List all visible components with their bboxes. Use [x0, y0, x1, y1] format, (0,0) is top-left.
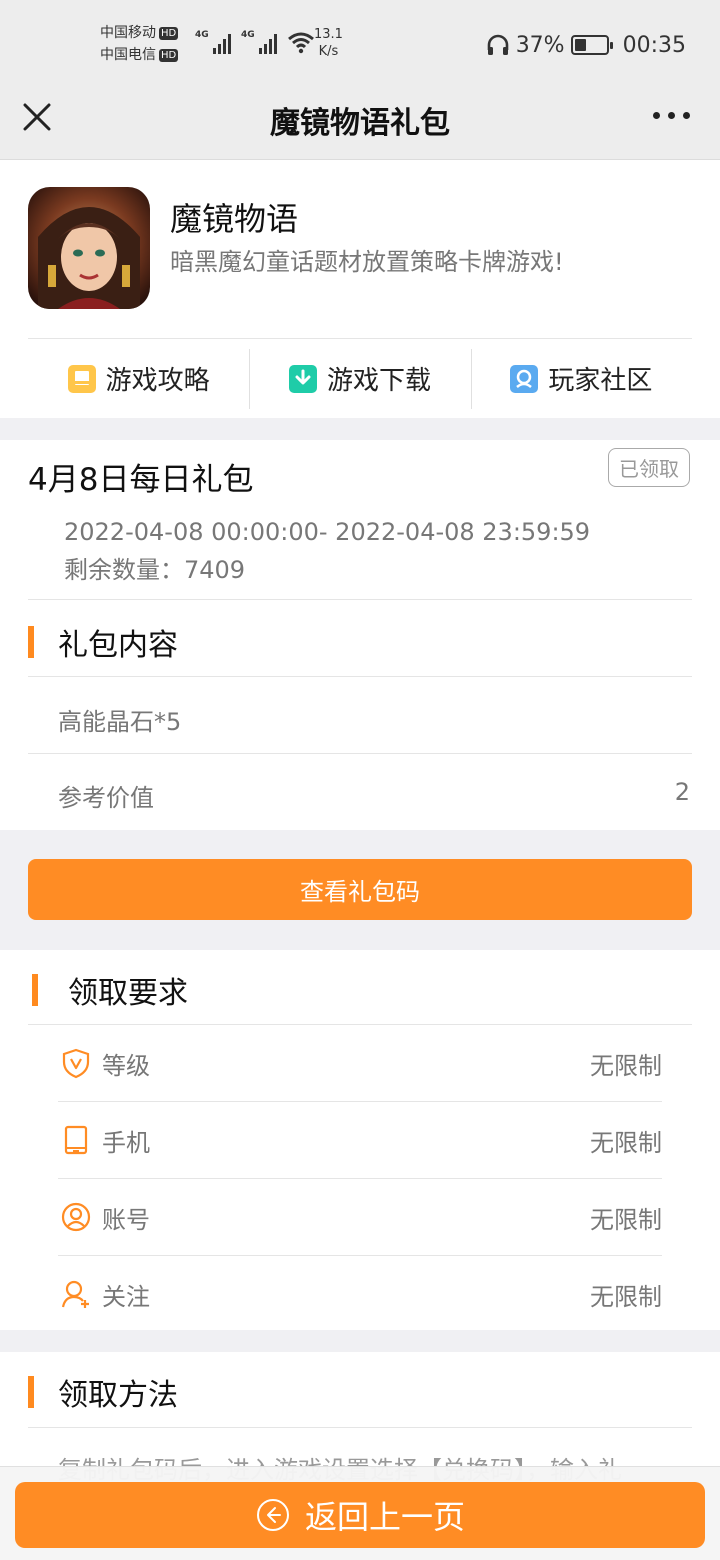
hd-badge: HD: [159, 49, 179, 62]
signal-icon: 4G: [195, 30, 231, 54]
game-name: 魔镜物语: [170, 200, 299, 238]
back-arrow-icon: [256, 1499, 289, 1531]
view-gift-code-button[interactable]: 查看礼包码: [28, 859, 692, 920]
gift-contents-heading: 礼包内容: [28, 620, 178, 664]
headphones-icon: [487, 34, 508, 55]
hd-badge: HD: [159, 27, 179, 40]
requirement-row-level: 等级 无限制: [58, 1025, 662, 1101]
game-info-card: 魔镜物语 暗黑魔幻童话题材放置策略卡牌游戏! 游戏攻略 游戏下载 玩家社区: [0, 160, 720, 418]
follow-user-icon: [61, 1280, 89, 1308]
status-bar: 中国移动 HD 中国电信 HD 4G 4G 13.1 K/s 37% 00:35: [0, 0, 720, 86]
gift-title: 4月8日每日礼包: [28, 462, 254, 498]
battery-percent: 37%: [515, 32, 565, 58]
requirement-row-account: 账号 无限制: [58, 1179, 662, 1255]
game-guide-link[interactable]: 游戏攻略: [28, 339, 249, 418]
gift-detail-card: 4月8日每日礼包 已领取 2022-04-08 00:00:00- 2022-0…: [0, 440, 720, 830]
requirements-card: 领取要求 等级 无限制 手机 无限制 账号 无限制 关注 无限制: [0, 950, 720, 1330]
gift-remaining-count: 剩余数量：7409: [64, 556, 246, 584]
page-title: 魔镜物语礼包: [270, 106, 450, 141]
network-speed: 13.1 K/s: [314, 27, 343, 59]
more-options-icon[interactable]: [653, 112, 690, 119]
community-icon: [510, 364, 539, 393]
carrier-info: 中国移动 HD 中国电信 HD: [100, 22, 179, 66]
nav-bar: 魔镜物语礼包: [0, 86, 720, 160]
section-marker: [32, 974, 38, 1006]
button-area: 查看礼包码: [0, 830, 720, 950]
carrier-2: 中国电信: [100, 47, 156, 63]
guide-icon: [67, 364, 96, 393]
value-label: 参考价值: [58, 784, 154, 812]
section-marker: [28, 1376, 34, 1408]
bottom-bar: 返回上一页: [0, 1466, 720, 1560]
requirements-heading: 领取要求: [32, 968, 188, 1012]
phone-icon: [64, 1125, 88, 1155]
game-links: 游戏攻略 游戏下载 玩家社区: [28, 338, 692, 418]
divider: [28, 753, 692, 754]
level-shield-icon: [62, 1048, 90, 1079]
signal-icon: 4G: [241, 30, 277, 54]
battery-icon: [570, 35, 613, 55]
value-amount: 2: [674, 778, 690, 806]
game-description: 暗黑魔幻童话题材放置策略卡牌游戏!: [170, 248, 564, 276]
requirement-row-follow: 关注 无限制: [58, 1256, 662, 1332]
account-icon: [61, 1202, 91, 1232]
claimed-status-badge: 已领取: [608, 448, 690, 487]
game-download-link[interactable]: 游戏下载: [249, 339, 470, 418]
claim-method-heading: 领取方法: [28, 1370, 178, 1414]
wifi-icon: [288, 32, 314, 54]
divider: [28, 599, 692, 600]
download-icon: [288, 364, 317, 393]
clock: 00:35: [622, 32, 686, 58]
divider: [28, 1427, 692, 1428]
gift-time-range: 2022-04-08 00:00:00- 2022-04-08 23:59:59: [64, 518, 591, 546]
carrier-1: 中国移动: [100, 25, 156, 41]
divider: [28, 676, 692, 677]
back-button[interactable]: 返回上一页: [15, 1482, 705, 1548]
gift-item: 高能晶石*5: [58, 708, 182, 736]
game-app-icon[interactable]: [28, 187, 150, 309]
section-marker: [28, 626, 34, 658]
player-community-link[interactable]: 玩家社区: [470, 339, 692, 418]
requirement-row-phone: 手机 无限制: [58, 1102, 662, 1178]
signal-indicators: 4G 4G: [195, 30, 315, 54]
